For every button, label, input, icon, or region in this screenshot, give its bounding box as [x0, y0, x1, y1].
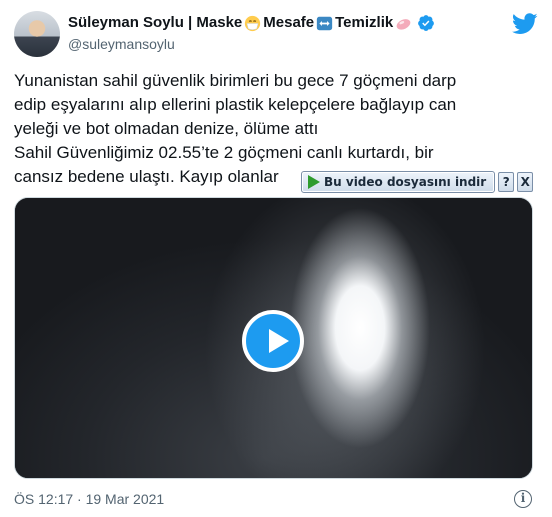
download-video-label: Bu video dosyasını indir: [324, 174, 487, 189]
author-name-text: Süleyman Soylu | Maske: [68, 14, 243, 31]
video-download-toolbar: Bu video dosyasını indir ? X: [301, 170, 534, 193]
tweet-text-line: edip eşyalarını alıp ellerini plastik ke…: [14, 95, 457, 114]
author-block: Süleyman Soylu | Maske Mesafe Temizlik @: [68, 13, 435, 53]
avatar[interactable]: [14, 11, 60, 57]
tweet-text-line: Sahil Güvenliğimiz 02.55’te 2 göçmeni ca…: [14, 143, 434, 162]
play-icon[interactable]: [242, 310, 304, 372]
info-icon[interactable]: i: [514, 490, 532, 508]
author-name-mesafe: Mesafe: [263, 14, 315, 31]
verified-badge-icon: [418, 15, 435, 31]
video-player[interactable]: [14, 197, 533, 479]
author-handle[interactable]: @suleymansoylu: [68, 35, 435, 53]
mask-face-emoji-icon: [245, 15, 261, 31]
tweet-text-line: Yunanistan sahil güvenlik birimleri bu g…: [14, 71, 457, 90]
close-button[interactable]: X: [517, 171, 534, 192]
tweet-timestamp[interactable]: ÖS 12:17 · 19 Mar 2021: [14, 490, 164, 508]
tweet-card: Süleyman Soylu | Maske Mesafe Temizlik @: [0, 0, 552, 517]
help-button[interactable]: ?: [498, 171, 515, 192]
tweet-text-line: yeleği ve bot olmadan denize, ölüme attı: [14, 119, 319, 138]
left-right-arrow-emoji-icon: [316, 16, 333, 30]
soap-emoji-icon: [396, 18, 411, 30]
author-name[interactable]: Süleyman Soylu | Maske Mesafe Temizlik: [68, 13, 435, 33]
twitter-bird-icon[interactable]: [512, 13, 538, 35]
author-name-temizlik: Temizlik: [335, 14, 394, 31]
play-arrow-icon: [308, 174, 320, 189]
download-video-button[interactable]: Bu video dosyasını indir: [301, 170, 496, 193]
